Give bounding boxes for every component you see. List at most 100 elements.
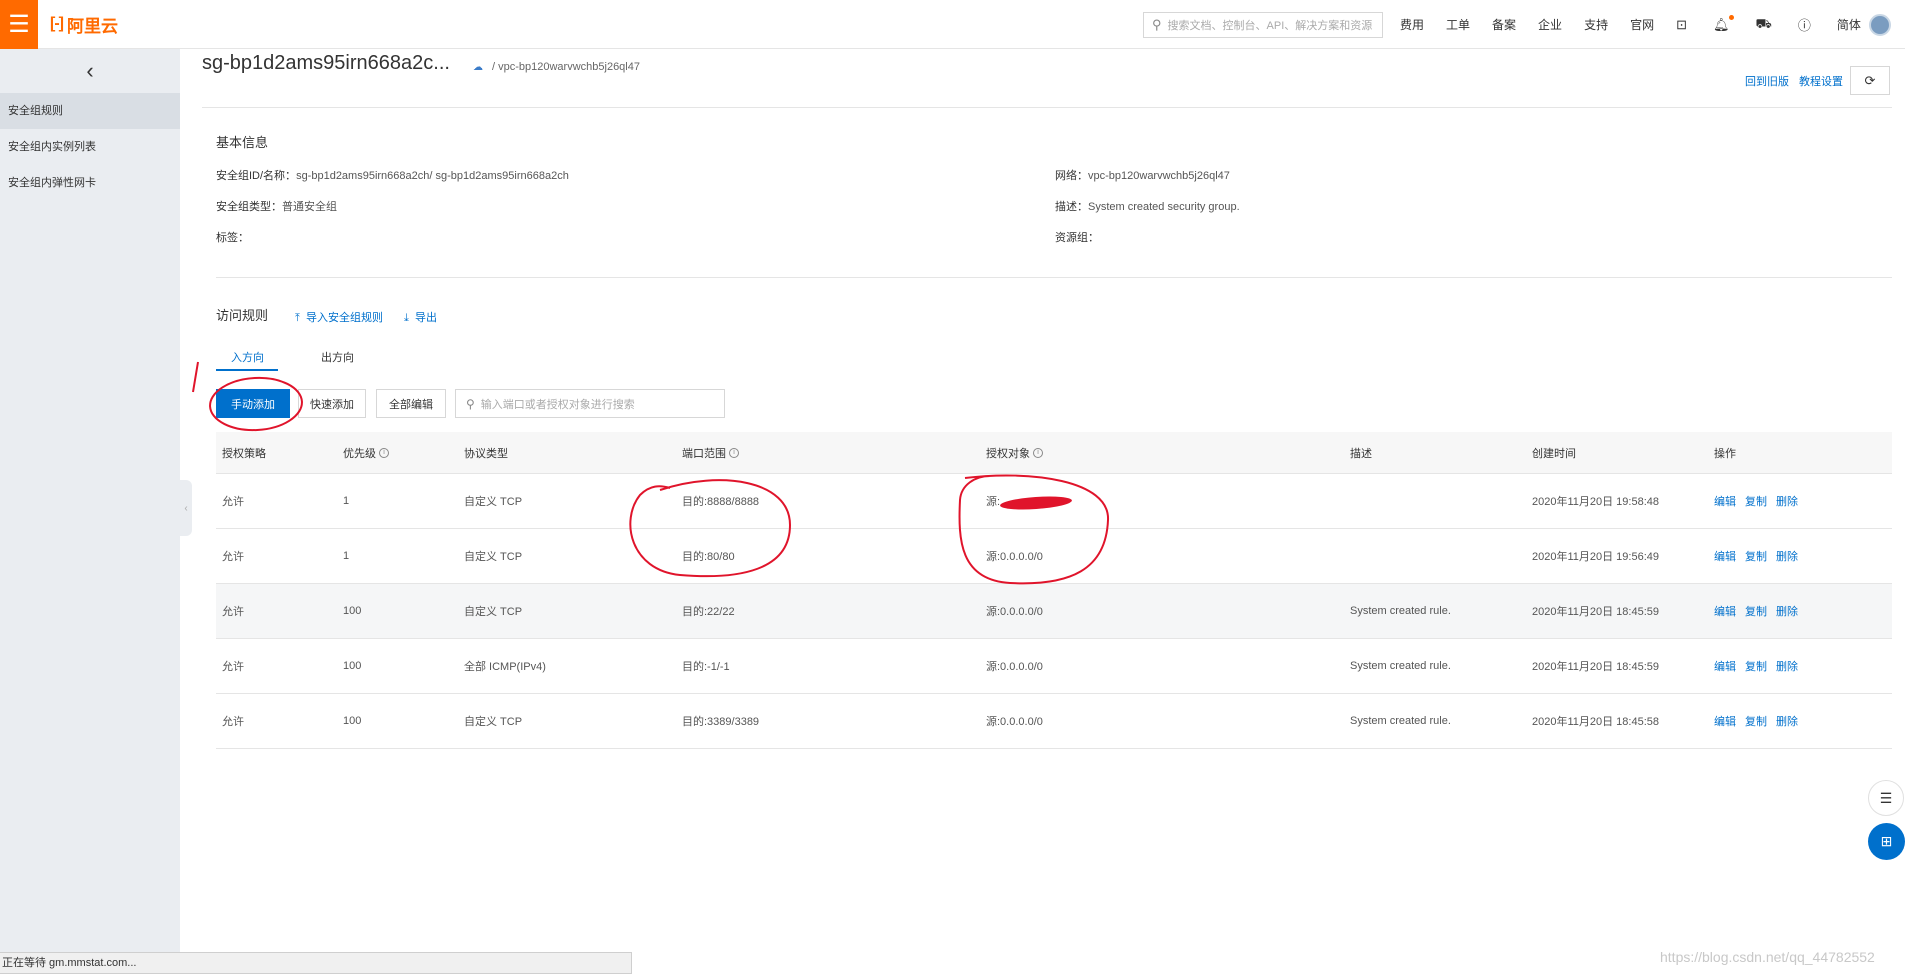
copy-link[interactable]: 复制 [1745, 493, 1767, 509]
cell-actions: 编辑 复制 删除 [1714, 639, 1807, 693]
col-priority: 优先级 i [343, 432, 389, 473]
edit-link[interactable]: 编辑 [1714, 603, 1736, 619]
sg-type-label: 安全组类型： [216, 201, 282, 213]
sg-id-value: sg-bp1d2ams95irn668a2ch/ sg-bp1d2ams95ir… [296, 170, 569, 182]
sidebar-collapse-handle[interactable]: ‹ [180, 480, 192, 536]
cell-protocol: 全部 ICMP(IPv4) [464, 661, 546, 673]
info-icon[interactable]: i [729, 447, 739, 458]
table-row: 允许 100 自定义 TCP 目的:3389/3389 源:0.0.0.0/0 … [216, 694, 1892, 749]
manual-add-button[interactable]: 手动添加 [216, 389, 290, 418]
rule-filter-input[interactable]: ⚲ 输入端口或者授权对象进行搜索 [455, 389, 725, 418]
col-created: 创建时间 [1532, 447, 1576, 460]
terminal-icon[interactable]: ⊡ [1676, 17, 1687, 33]
cell-priority: 100 [343, 660, 362, 672]
copy-link[interactable]: 复制 [1745, 603, 1767, 619]
copy-link[interactable]: 复制 [1745, 658, 1767, 674]
cart-icon[interactable]: ⛟ [1756, 16, 1772, 34]
cell-source: 源:0.0.0.0/0 [986, 606, 1043, 618]
export-label: 导出 [415, 312, 437, 324]
hamburger-icon[interactable]: ☰ [0, 0, 38, 49]
chevron-left-icon[interactable]: ‹ [0, 49, 180, 93]
delete-link[interactable]: 删除 [1776, 603, 1798, 619]
quick-add-button[interactable]: 快速添加 [298, 389, 366, 418]
network-value[interactable]: vpc-bp120warvwchb5j26ql47 [1088, 170, 1230, 182]
delete-link[interactable]: 删除 [1776, 713, 1798, 729]
browser-status-bar: 正在等待 gm.mmstat.com... [0, 952, 632, 974]
edit-all-button[interactable]: 全部编辑 [376, 389, 446, 418]
description-value: System created security group. [1088, 201, 1240, 213]
sidebar-item-rules[interactable]: 安全组规则 [0, 93, 180, 129]
cell-port: 目的:3389/3389 [682, 716, 760, 728]
back-to-old-link[interactable]: 回到旧版 [1745, 73, 1789, 89]
edit-link[interactable]: 编辑 [1714, 548, 1736, 564]
tab-outbound[interactable]: 出方向 [321, 349, 354, 365]
annotation-stroke [192, 361, 199, 393]
edit-link[interactable]: 编辑 [1714, 493, 1736, 509]
avatar[interactable] [1869, 14, 1891, 36]
chat-icon[interactable]: ☰ [1868, 780, 1904, 816]
filter-placeholder: 输入端口或者授权对象进行搜索 [480, 398, 635, 411]
copy-link[interactable]: 复制 [1745, 713, 1767, 729]
global-search-input[interactable]: ⚲ 搜索文档、控制台、API、解决方案和资源 [1143, 12, 1383, 38]
breadcrumb-vpc[interactable]: / vpc-bp120warvwchb5j26ql47 [492, 61, 640, 73]
nav-support[interactable]: 支持 [1584, 16, 1608, 33]
cell-actions: 编辑 复制 删除 [1714, 584, 1807, 638]
cell-priority: 100 [343, 715, 362, 727]
cell-protocol: 自定义 TCP [464, 716, 523, 728]
export-link[interactable]: ⤓ 导出 [404, 309, 437, 325]
nav-fees[interactable]: 费用 [1400, 16, 1424, 33]
sidebar-item-eni[interactable]: 安全组内弹性网卡 [0, 165, 180, 201]
cell-policy: 允许 [222, 716, 244, 728]
cell-policy: 允许 [222, 606, 244, 618]
bell-icon[interactable]: 🔔︎ [1713, 14, 1734, 33]
delete-link[interactable]: 删除 [1776, 548, 1798, 564]
sg-id-label: 安全组ID/名称： [216, 170, 297, 182]
cell-description: System created rule. [1350, 660, 1451, 672]
tutorial-settings-link[interactable]: 教程设置 [1799, 73, 1843, 89]
edit-link[interactable]: 编辑 [1714, 658, 1736, 674]
sg-type-row: 安全组类型：普通安全组 [216, 198, 337, 214]
edit-link[interactable]: 编辑 [1714, 713, 1736, 729]
sidebar: ‹ 安全组规则 安全组内实例列表 安全组内弹性网卡 [0, 49, 180, 974]
nav-tickets[interactable]: 工单 [1446, 16, 1470, 33]
refresh-button[interactable]: ⟳ [1850, 66, 1890, 95]
help-icon[interactable]: ⓘ [1798, 15, 1811, 34]
nav-official-site[interactable]: 官网 [1630, 16, 1654, 33]
cell-created: 2020年11月20日 19:58:48 [1532, 496, 1659, 508]
info-icon[interactable]: i [379, 447, 389, 458]
info-icon[interactable]: i [1033, 447, 1043, 458]
resource-group-label: 资源组： [1055, 232, 1099, 244]
cell-port: 目的:22/22 [682, 606, 735, 618]
col-source-label: 授权对象 [986, 447, 1030, 460]
upload-icon: ⤒ [295, 312, 300, 324]
import-rules-link[interactable]: ⤒ 导入安全组规则 [295, 309, 383, 325]
language-switch[interactable]: 简体 [1837, 16, 1861, 33]
delete-link[interactable]: 删除 [1776, 493, 1798, 509]
cloud-icon: ☁ [473, 62, 483, 73]
logo-text: 阿里云 [66, 16, 118, 36]
delete-link[interactable]: 删除 [1776, 658, 1798, 674]
copy-link[interactable]: 复制 [1745, 548, 1767, 564]
cell-protocol: 自定义 TCP [464, 551, 523, 563]
cell-description: System created rule. [1350, 605, 1451, 617]
rules-table: 授权策略 优先级 i 协议类型 端口范围 i 授权对象 i 描述 创建时间 操作 允许… [216, 432, 1892, 749]
sg-id-row: 安全组ID/名称：sg-bp1d2ams95irn668a2ch/ sg-bp1… [216, 167, 569, 183]
resource-group-row: 资源组： [1055, 229, 1099, 245]
table-header: 授权策略 优先级 i 协议类型 端口范围 i 授权对象 i 描述 创建时间 操作 [216, 432, 1892, 474]
tab-inbound[interactable]: 入方向 [231, 349, 264, 365]
cell-source: 源:0.0.0.0/0 [986, 661, 1043, 673]
apps-grid-icon[interactable]: ⊞ [1868, 823, 1905, 860]
cell-actions: 编辑 复制 删除 [1714, 474, 1807, 528]
cell-created: 2020年11月20日 18:45:59 [1532, 661, 1659, 673]
nav-filing[interactable]: 备案 [1492, 16, 1516, 33]
sidebar-item-instances[interactable]: 安全组内实例列表 [0, 129, 180, 165]
table-row: 允许 100 全部 ICMP(IPv4) 目的:-1/-1 源:0.0.0.0/… [216, 639, 1892, 694]
aliyun-logo[interactable]: [-] 阿里云 [50, 12, 118, 37]
cell-priority: 1 [343, 495, 350, 507]
col-actions: 操作 [1714, 447, 1736, 460]
col-port: 端口范围 i [682, 432, 739, 473]
col-policy: 授权策略 [222, 447, 266, 460]
cell-protocol: 自定义 TCP [464, 606, 523, 618]
description-label: 描述： [1055, 201, 1088, 213]
nav-enterprise[interactable]: 企业 [1538, 16, 1562, 33]
